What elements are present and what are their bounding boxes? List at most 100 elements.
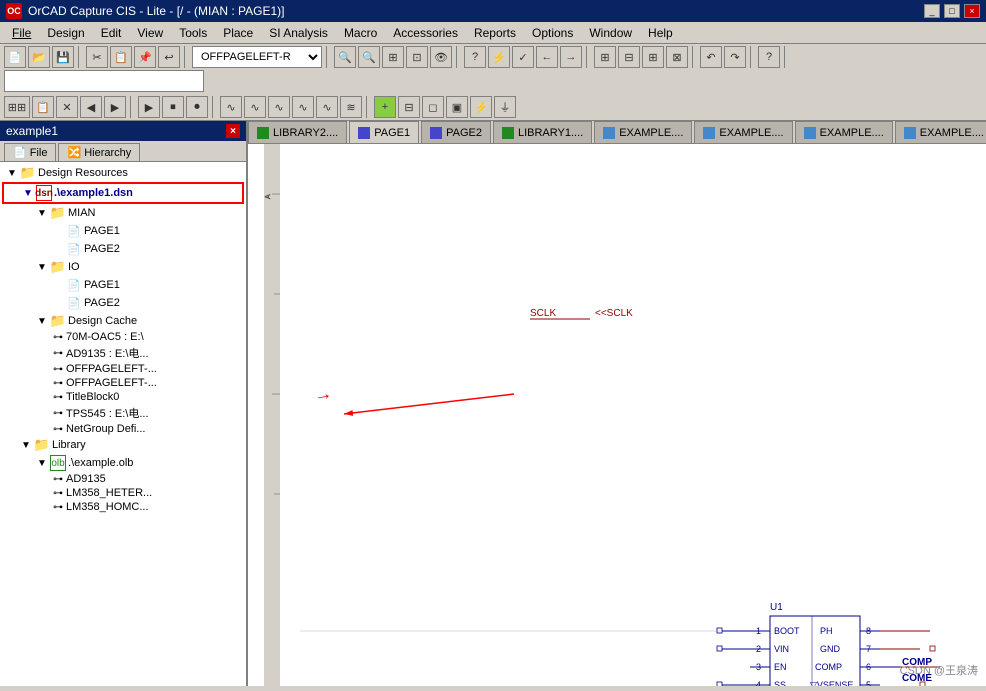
- tree-ad9135[interactable]: ⊶ AD9135 : E:\电...: [2, 344, 244, 362]
- btn-pn1[interactable]: ⊞: [594, 46, 616, 68]
- tb2-wave3[interactable]: ∿: [268, 96, 290, 118]
- tree-offpager[interactable]: ⊶ OFFPAGELEFT-...: [2, 376, 244, 390]
- tab-page2[interactable]: PAGE2: [421, 121, 491, 143]
- tree-titleblock[interactable]: ⊶ TitleBlock0: [2, 390, 244, 404]
- help-btn[interactable]: ?: [758, 46, 780, 68]
- zoom-all-btn[interactable]: ⊞: [382, 46, 404, 68]
- expand-io: ▼: [34, 262, 50, 273]
- tab-file[interactable]: 📄 File: [4, 143, 56, 161]
- menu-tools[interactable]: Tools: [171, 24, 215, 42]
- btn-r1[interactable]: ↶: [700, 46, 722, 68]
- tb2-btn4[interactable]: ◀: [80, 96, 102, 118]
- eye-btn[interactable]: 👁: [430, 46, 452, 68]
- menu-file[interactable]: File: [4, 24, 39, 42]
- zoom-sel-btn[interactable]: ⊡: [406, 46, 428, 68]
- tb2-gnd[interactable]: ⏚: [494, 96, 516, 118]
- tree-lm358hom[interactable]: ⊶ LM358_HOMC...: [2, 500, 244, 514]
- part-selector[interactable]: OFFPAGELEFT-R: [192, 46, 322, 68]
- tab-hierarchy[interactable]: 🔀 Hierarchy: [58, 143, 140, 161]
- tb2-bus[interactable]: ⊟: [398, 96, 420, 118]
- close-button[interactable]: ×: [964, 4, 980, 18]
- menu-si-analysis[interactable]: SI Analysis: [261, 24, 336, 42]
- tree-io-page1[interactable]: 📄 PAGE1: [2, 276, 244, 294]
- tab-bar: LIBRARY2.... PAGE1 PAGE2 LIBRARY1.... EX…: [248, 121, 986, 144]
- tree-design-resources[interactable]: ▼ 📁 Design Resources: [2, 164, 244, 182]
- tb2-wave4[interactable]: ∿: [292, 96, 314, 118]
- tree-example-olb[interactable]: ▼ olb .\example.olb: [2, 454, 244, 472]
- tree-70m[interactable]: ⊶ 70M-OAC5 : E:\: [2, 330, 244, 344]
- menu-view[interactable]: View: [129, 24, 171, 42]
- btn-pn2[interactable]: ⊟: [618, 46, 640, 68]
- menu-reports[interactable]: Reports: [466, 24, 524, 42]
- tb2-btn3[interactable]: ✕: [56, 96, 78, 118]
- tree-mian-page1[interactable]: 📄 PAGE1: [2, 222, 244, 240]
- panel-close-btn[interactable]: ×: [226, 124, 240, 138]
- btn-fwd[interactable]: →: [560, 46, 582, 68]
- tab-example2[interactable]: EXAMPLE....: [694, 121, 792, 143]
- tab-library1[interactable]: LIBRARY1....: [493, 121, 592, 143]
- btn-pn4[interactable]: ⊠: [666, 46, 688, 68]
- zoom-out-btn[interactable]: 🔍: [358, 46, 380, 68]
- btn-net[interactable]: ⚡: [488, 46, 510, 68]
- tree-offpagel[interactable]: ⊶ OFFPAGELEFT-...: [2, 362, 244, 376]
- btn-drc[interactable]: ✓: [512, 46, 534, 68]
- tree-lm358h[interactable]: ⊶ LM358_HETER...: [2, 486, 244, 500]
- tb2-rec[interactable]: ⏺: [186, 96, 208, 118]
- cut-btn[interactable]: ✂: [86, 46, 108, 68]
- tree-example1-dsn[interactable]: ▼ dsn .\example1.dsn: [2, 182, 244, 204]
- tab-example3[interactable]: EXAMPLE....: [795, 121, 893, 143]
- new-btn[interactable]: 📄: [4, 46, 26, 68]
- sep8: [784, 46, 788, 68]
- tree-netgroup[interactable]: ⊶ NetGroup Defi...: [2, 422, 244, 436]
- zoom-in-btn[interactable]: 🔍: [334, 46, 356, 68]
- tb2-btn1[interactable]: ⊞⊞: [4, 96, 30, 118]
- tree-lm358h-label: LM358_HETER...: [66, 487, 152, 499]
- menu-help[interactable]: Help: [640, 24, 681, 42]
- tb2-wire[interactable]: ◻: [422, 96, 444, 118]
- tb2-wave[interactable]: ∿: [220, 96, 242, 118]
- menu-design[interactable]: Design: [39, 24, 92, 42]
- maximize-button[interactable]: □: [944, 4, 960, 18]
- tb2-btn2[interactable]: 📋: [32, 96, 54, 118]
- tb2-wave2[interactable]: ∿: [244, 96, 266, 118]
- search-input[interactable]: [4, 70, 204, 92]
- schematic-canvas[interactable]: 1 2 3 4 A: [248, 144, 986, 686]
- menu-window[interactable]: Window: [581, 24, 640, 42]
- menu-edit[interactable]: Edit: [93, 24, 130, 42]
- undo-btn[interactable]: ↩: [158, 46, 180, 68]
- tb2-btn5[interactable]: ▶: [104, 96, 126, 118]
- btn-back[interactable]: ←: [536, 46, 558, 68]
- tree-ad9135-2[interactable]: ⊶ AD9135: [2, 472, 244, 486]
- tree-design-cache[interactable]: ▼ 📁 Design Cache: [2, 312, 244, 330]
- menu-options[interactable]: Options: [524, 24, 581, 42]
- copy-btn[interactable]: 📋: [110, 46, 132, 68]
- menu-accessories[interactable]: Accessories: [385, 24, 466, 42]
- tab-example1[interactable]: EXAMPLE....: [594, 121, 692, 143]
- exp-opl1: ⊶: [50, 364, 66, 375]
- tree-library[interactable]: ▼ 📁 Library: [2, 436, 244, 454]
- tb2-green[interactable]: +: [374, 96, 396, 118]
- btn-pn3[interactable]: ⊞: [642, 46, 664, 68]
- tab-example4[interactable]: EXAMPLE....: [895, 121, 986, 143]
- tree-tps545[interactable]: ⊶ TPS545 : E:\电...: [2, 404, 244, 422]
- minimize-button[interactable]: _: [924, 4, 940, 18]
- save-btn[interactable]: 💾: [52, 46, 74, 68]
- tab-library2[interactable]: LIBRARY2....: [248, 121, 347, 143]
- tb2-play[interactable]: ▶: [138, 96, 160, 118]
- tree-mian[interactable]: ▼ 📁 MIAN: [2, 204, 244, 222]
- tree-io-page2[interactable]: 📄 PAGE2: [2, 294, 244, 312]
- open-btn[interactable]: 📂: [28, 46, 50, 68]
- tree-mian-page2[interactable]: 📄 PAGE2: [2, 240, 244, 258]
- btn-r2[interactable]: ↷: [724, 46, 746, 68]
- tb2-pwr[interactable]: ⚡: [470, 96, 492, 118]
- tab-page1[interactable]: PAGE1: [349, 121, 419, 143]
- paste-btn[interactable]: 📌: [134, 46, 156, 68]
- tb2-stop[interactable]: ⏹: [162, 96, 184, 118]
- btn-q[interactable]: ?: [464, 46, 486, 68]
- tb2-hier[interactable]: ▣: [446, 96, 468, 118]
- menu-macro[interactable]: Macro: [336, 24, 385, 42]
- tb2-wave6[interactable]: ≋: [340, 96, 362, 118]
- tree-io[interactable]: ▼ 📁 IO: [2, 258, 244, 276]
- menu-place[interactable]: Place: [215, 24, 261, 42]
- tb2-wave5[interactable]: ∿: [316, 96, 338, 118]
